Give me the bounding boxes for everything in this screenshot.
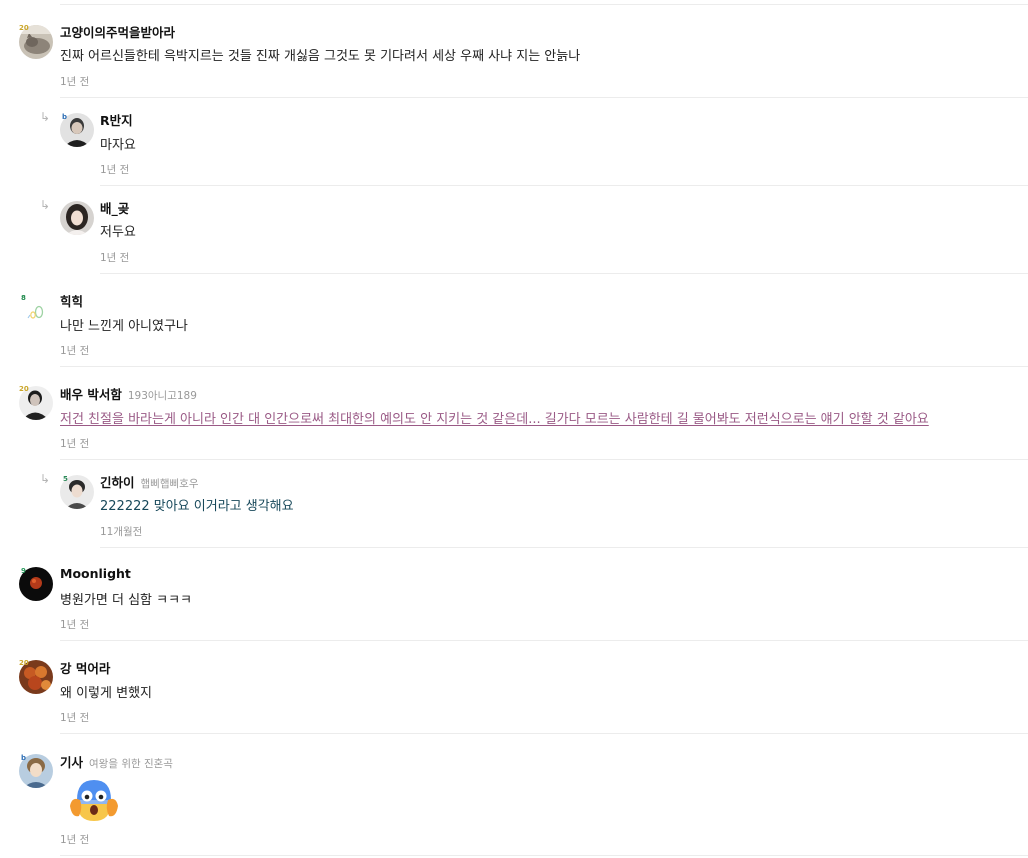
level-badge: 20 <box>19 24 29 32</box>
level-badge: 8 <box>21 294 26 302</box>
nickname-text: 힉힉 <box>60 294 84 309</box>
nickname-text: 고양이의주먹을받아라 <box>60 25 176 40</box>
nickname-subtitle: 여왕을 위한 진혼곡 <box>89 758 173 770</box>
nickname[interactable]: 강 먹어라 <box>60 658 110 677</box>
nickname-text: 긴하이 <box>100 475 135 490</box>
reply-arrow-icon: ↳ <box>40 472 51 486</box>
level-badge: 20 <box>19 385 29 393</box>
separator <box>100 185 1028 186</box>
nickname[interactable]: 배_곶 <box>100 198 129 217</box>
nickname-subtitle: 햅삐햅삐호우 <box>140 478 199 490</box>
comment-text-link[interactable]: 저건 친절을 바라는게 아니라 인간 대 인간으로써 최대한의 예의도 안 지키… <box>60 408 929 427</box>
top-separator <box>60 4 1028 5</box>
nickname[interactable]: 긴하이 햅삐햅삐호우 <box>100 472 198 491</box>
timestamp: 1년 전 <box>60 438 90 450</box>
timestamp: 1년 전 <box>100 252 130 264</box>
timestamp: 1년 전 <box>60 712 90 724</box>
level-badge: b <box>21 754 27 762</box>
nickname[interactable]: R반지 <box>100 110 133 129</box>
timestamp: 1년 전 <box>60 345 90 357</box>
timestamp: 1년 전 <box>60 76 90 88</box>
reply-arrow-icon: ↳ <box>40 198 51 212</box>
nickname[interactable]: 힉힉 <box>60 291 83 310</box>
separator <box>60 97 1028 98</box>
comment-text: 222222 맞아요 이거라고 생각해요 <box>100 499 294 514</box>
nickname[interactable]: 고양이의주먹을받아라 <box>60 22 175 41</box>
comment-text: 병원가면 더 심함 ㅋㅋㅋ <box>60 593 192 608</box>
timestamp: 11개월전 <box>100 526 143 538</box>
separator <box>60 733 1028 734</box>
timestamp: 1년 전 <box>60 619 90 631</box>
separator <box>60 640 1028 641</box>
nickname-text: 기사 <box>60 755 84 770</box>
separator <box>60 366 1028 367</box>
separator <box>100 547 1028 548</box>
nickname-text: 배_곶 <box>100 201 130 216</box>
nickname[interactable]: 배우 박서함 193아니고189 <box>60 384 197 403</box>
nickname-subtitle: 193아니고189 <box>127 390 197 402</box>
woman-avatar[interactable] <box>60 201 94 235</box>
comment-text: 진짜 어르신들한테 윽박지르는 것들 진짜 개싫음 그것도 못 기다려서 세상 … <box>60 49 581 64</box>
level-badge: b <box>62 113 68 121</box>
nickname-text: 강 먹어라 <box>60 661 111 676</box>
nickname[interactable]: Moonlight <box>60 566 131 581</box>
comment-text: 마자요 <box>100 138 136 153</box>
nickname-text: R반지 <box>100 113 133 128</box>
level-badge: 5 <box>63 475 68 483</box>
level-badge: 9 <box>21 567 26 575</box>
timestamp: 1년 전 <box>100 164 130 176</box>
separator <box>60 855 1028 856</box>
separator <box>60 459 1028 460</box>
comment-text: 나만 느낀게 아니였구나 <box>60 319 188 334</box>
comment-text: 저두요 <box>100 225 136 240</box>
nickname[interactable]: 기사 여왕을 위한 진혼곡 <box>60 752 173 771</box>
nickname-text: Moonlight <box>60 566 131 581</box>
timestamp: 1년 전 <box>60 834 90 846</box>
level-badge: 20 <box>19 659 29 667</box>
nickname-text: 배우 박서함 <box>60 387 122 402</box>
reply-arrow-icon: ↳ <box>40 110 51 124</box>
shocked-face-emoji <box>69 776 119 824</box>
separator <box>100 273 1028 274</box>
comment-text: 왜 이렇게 변했지 <box>60 686 152 701</box>
